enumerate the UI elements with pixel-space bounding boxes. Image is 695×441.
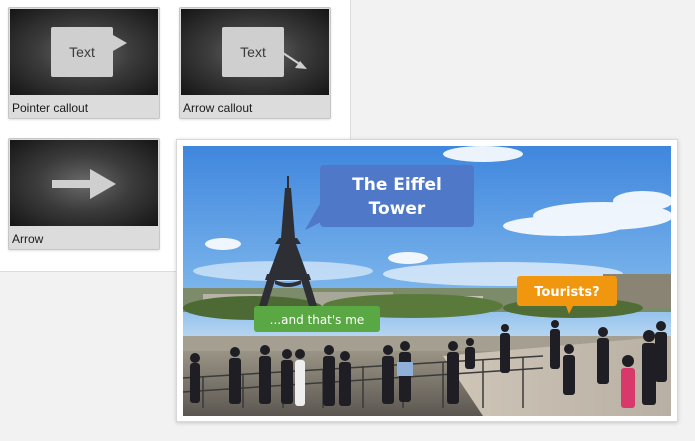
pointer-triangle-icon [113,35,127,51]
callout-tourists-text: Tourists? [534,285,599,300]
tile-arrow-callout[interactable]: Text Arrow callout [179,7,331,119]
callout-thats-me[interactable]: ...and that's me [254,306,380,332]
callout-eiffel-line1: The Eiffel [352,175,442,195]
tile-pointer-callout[interactable]: Text Pointer callout [8,7,160,119]
arrow-callout-preview-text: Text [240,44,266,60]
arrow-callout-preview: Text [181,9,329,95]
right-arrow-icon [52,169,116,199]
tile-label: Arrow callout [183,101,253,115]
photo-card[interactable]: The Eiffel Tower ...and that's me Touris… [176,139,678,422]
tile-arrow[interactable]: Arrow [8,138,160,250]
arrow-callout-box: Text [222,27,284,77]
tile-label: Arrow [12,232,44,246]
pointer-callout-preview-text: Text [69,44,95,60]
callout-thats-me-text: ...and that's me [270,313,365,327]
pointer-callout-box: Text [51,27,113,77]
arrow-preview [10,140,158,226]
eiffel-tower-photo[interactable]: The Eiffel Tower ...and that's me Touris… [183,146,671,416]
callout-eiffel-line2: Tower [369,199,426,219]
diagonal-arrow-icon [282,52,307,69]
callout-eiffel-tower[interactable]: The Eiffel Tower [305,165,474,230]
pointer-callout-preview: Text [10,9,158,95]
tile-label: Pointer callout [12,101,89,115]
